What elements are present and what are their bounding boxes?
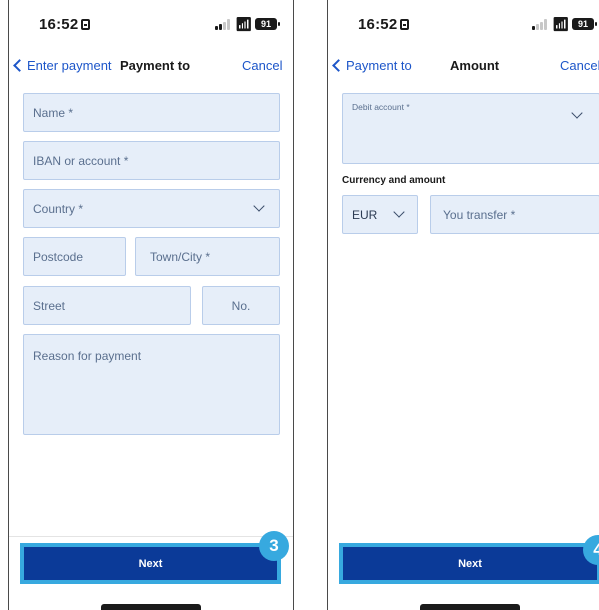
- house-number-field[interactable]: No.: [202, 286, 280, 325]
- next-button-highlight: Next: [20, 543, 281, 584]
- next-button[interactable]: Next: [343, 547, 597, 580]
- payment-to-screen: 16:52 📶︎ 91 Enter payment Payment to Can…: [8, 0, 294, 610]
- town-field[interactable]: Town/City *: [135, 237, 280, 276]
- calendar-icon: [400, 19, 410, 30]
- cancel-button[interactable]: Cancel: [560, 58, 599, 73]
- chevron-down-icon: [571, 107, 583, 119]
- chevron-left-icon: [332, 59, 345, 72]
- divider: [9, 536, 293, 537]
- status-time: 16:52: [358, 16, 410, 33]
- cancel-button[interactable]: Cancel: [242, 58, 282, 73]
- chevron-down-icon: [253, 200, 265, 212]
- status-bar: 16:52 📶︎ 91: [9, 16, 293, 36]
- back-button[interactable]: Enter payment: [13, 58, 112, 73]
- page-title: Amount: [450, 58, 500, 73]
- currency-select[interactable]: EUR: [342, 195, 418, 234]
- name-field[interactable]: Name *: [23, 93, 280, 132]
- iban-field[interactable]: IBAN or account *: [23, 141, 280, 180]
- step-badge: 3: [259, 531, 289, 561]
- amount-screen: 16:52 📶︎ 91 Payment to Amount Cancel Deb…: [327, 0, 599, 610]
- nav-bar: Enter payment Payment to Cancel: [9, 58, 293, 78]
- next-button[interactable]: Next: [24, 547, 277, 580]
- battery-icon: 91: [255, 18, 280, 30]
- reason-field[interactable]: Reason for payment: [23, 334, 280, 435]
- next-button-highlight: Next: [339, 543, 599, 584]
- currency-section-label: Currency and amount: [342, 175, 446, 186]
- wifi-icon: 📶︎: [235, 16, 253, 32]
- home-indicator: [420, 604, 520, 610]
- postcode-field[interactable]: Postcode: [23, 237, 126, 276]
- debit-account-select[interactable]: Debit account *: [342, 93, 599, 164]
- transfer-amount-field[interactable]: You transfer *: [430, 195, 599, 234]
- nav-bar: Payment to Amount Cancel: [328, 58, 599, 78]
- chevron-left-icon: [13, 59, 26, 72]
- status-bar: 16:52 📶︎ 91: [328, 16, 599, 36]
- back-button[interactable]: Payment to: [332, 58, 412, 73]
- calendar-icon: [81, 19, 91, 30]
- home-indicator: [101, 604, 201, 610]
- signal-icon: [215, 19, 231, 30]
- battery-icon: 91: [572, 18, 597, 30]
- status-time: 16:52: [39, 16, 91, 33]
- country-select[interactable]: Country *: [23, 189, 280, 228]
- street-field[interactable]: Street: [23, 286, 191, 325]
- wifi-icon: 📶︎: [552, 16, 570, 32]
- signal-icon: [532, 19, 548, 30]
- page-title: Payment to: [120, 58, 191, 73]
- chevron-down-icon: [393, 206, 405, 218]
